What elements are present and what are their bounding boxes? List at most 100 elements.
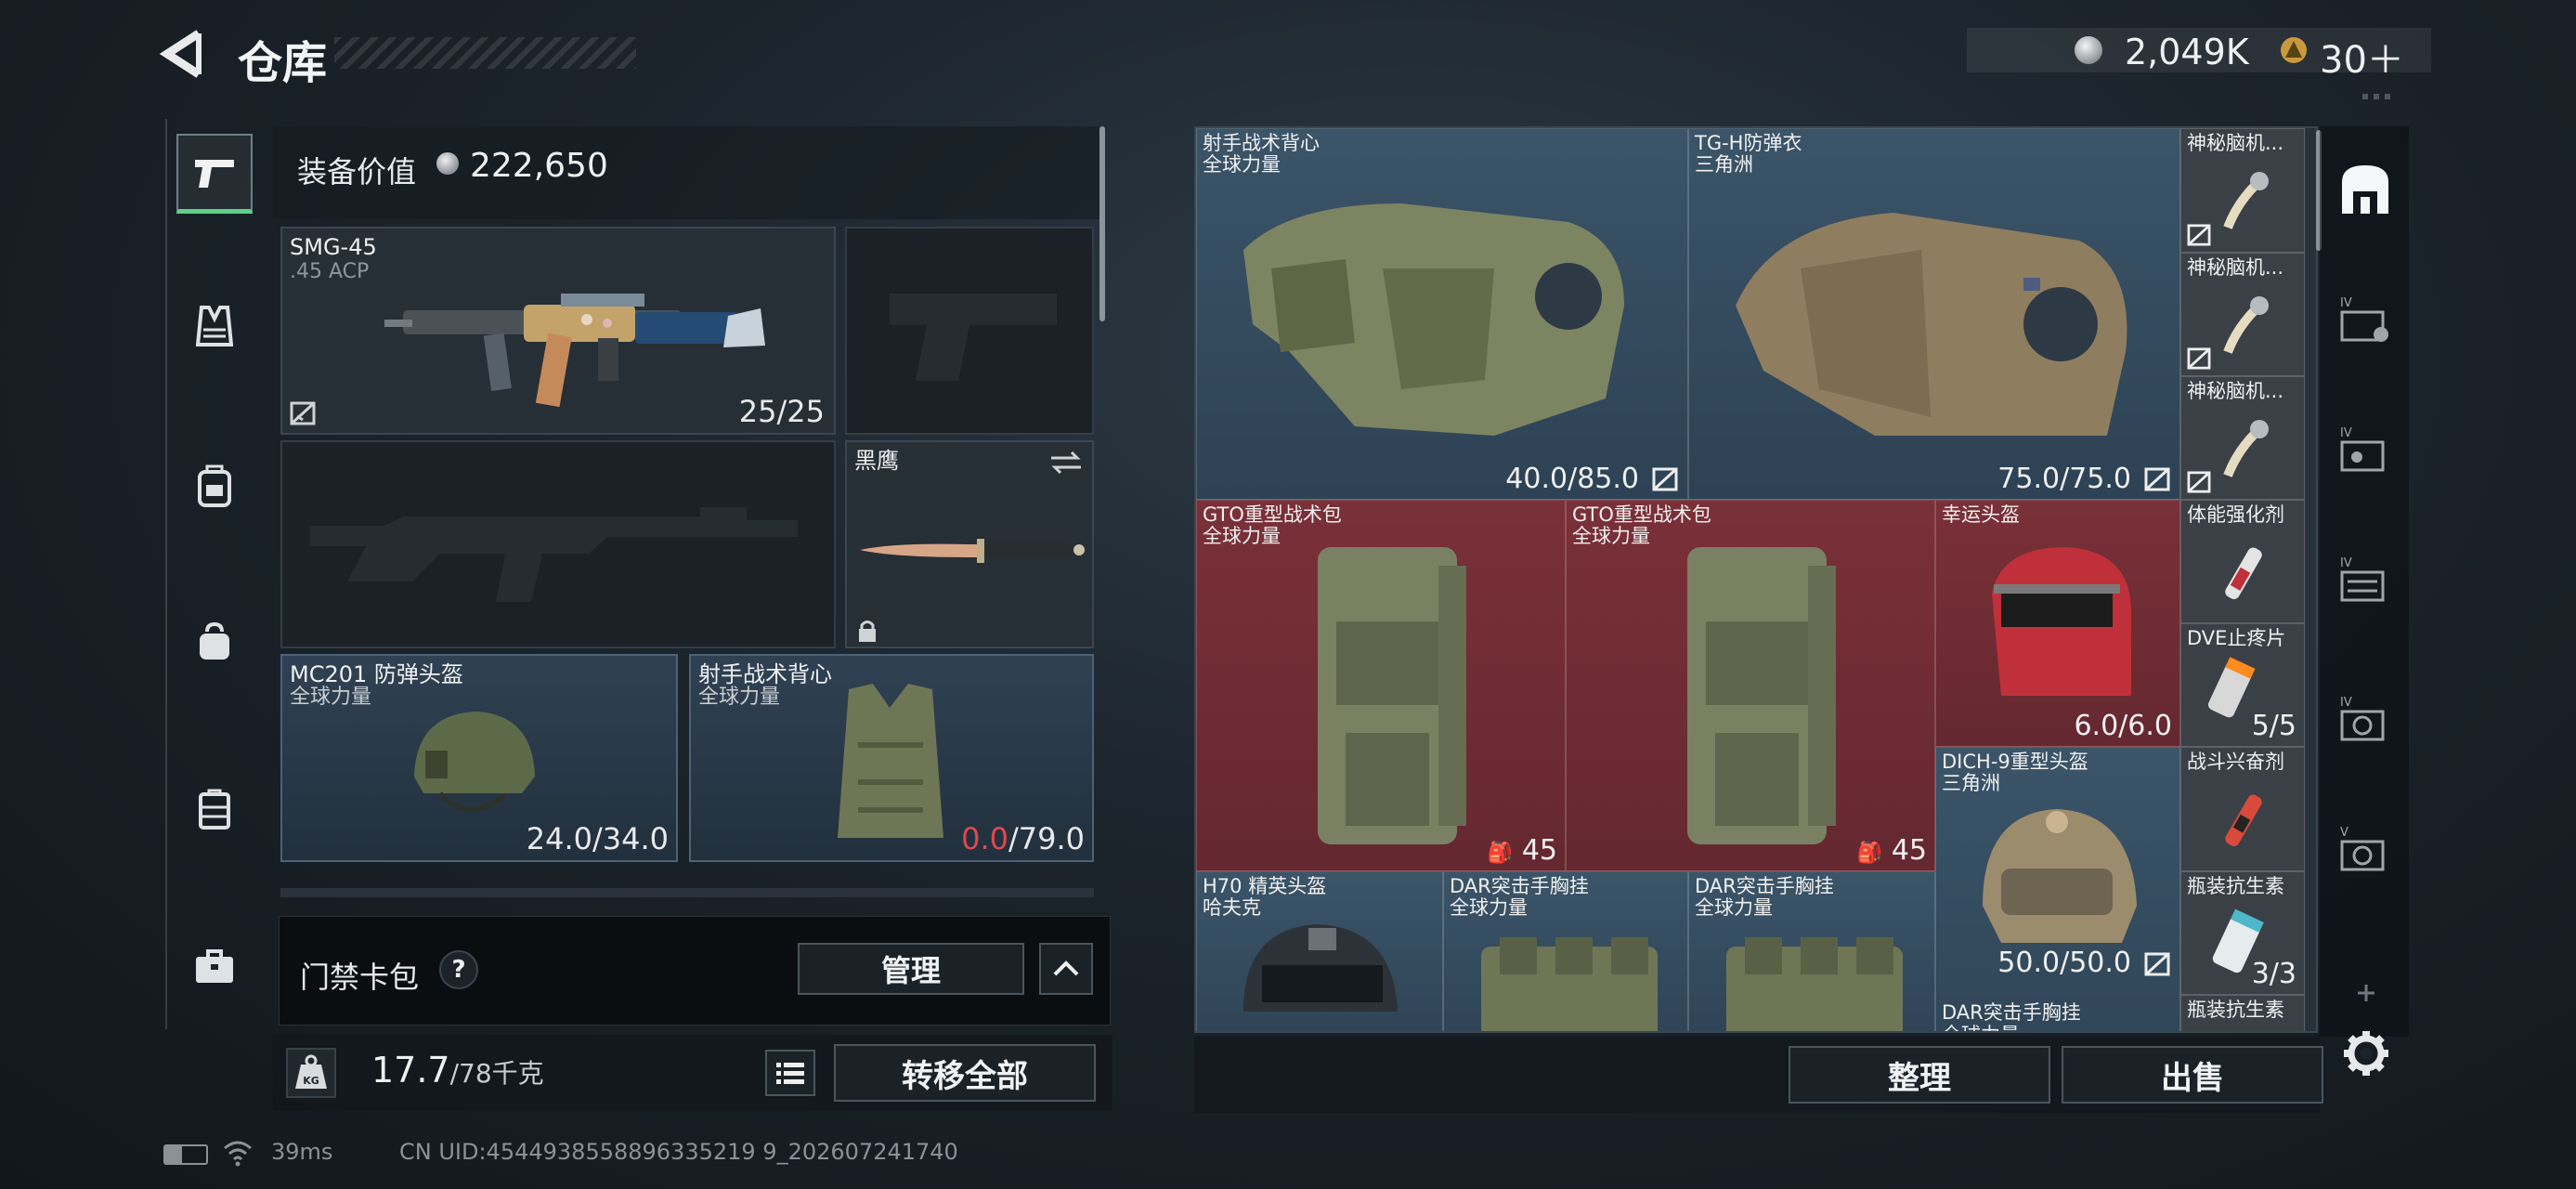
sidearm-slot[interactable] [845, 227, 1094, 435]
weapon-ammo-count: 25/25 [738, 394, 825, 429]
weight-icon: KG [295, 1054, 327, 1089]
page-main[interactable] [2336, 160, 2394, 219]
transfer-all-button[interactable]: 转移全部 [834, 1044, 1096, 1102]
stash-item[interactable]: 幸运头盔 6.0/6.0 [1935, 500, 2180, 747]
page-iv-4[interactable]: IV [2338, 693, 2392, 745]
nav-pouch[interactable] [176, 602, 253, 682]
pouch-icon [200, 622, 229, 660]
equipment-value: 222,650 [470, 147, 608, 185]
rifle-silhouette-icon [310, 507, 798, 602]
help-button[interactable]: ? [439, 950, 478, 989]
warehouse-icon [2342, 165, 2388, 214]
backpack-small-icon: 🎒 [1487, 842, 1514, 865]
stash-item[interactable]: H70 精英头盔 哈夫克 [1196, 871, 1443, 1031]
stash-item[interactable]: 战斗兴奋剂 [2180, 747, 2305, 871]
vest-item-icon [1243, 203, 1624, 436]
item-name: DAR突击手胸挂 [1942, 1001, 2081, 1024]
sell-button[interactable]: 出售 [2062, 1046, 2323, 1104]
stash-item[interactable]: 神秘脑机... [2180, 253, 2305, 376]
card-pack-label: 门禁卡包 [300, 960, 420, 995]
equipment-value-bar: 装备价值 222,650 [273, 126, 1099, 219]
armor-slot[interactable]: 射手战术背心 全球力量 0.0/79.0 [689, 654, 1094, 862]
manage-button[interactable]: 管理 [798, 943, 1024, 995]
toolbox-icon [196, 949, 233, 983]
melee-slot[interactable]: 黑鹰 [845, 440, 1094, 648]
svg-text:IV: IV [2340, 556, 2352, 570]
nav-weapons[interactable] [176, 134, 253, 214]
item-name: 幸运头盔 [1942, 503, 2020, 526]
item-name: 瓶装抗生素 [2187, 875, 2284, 897]
stash-item[interactable]: 射手战术背心 全球力量 40.0/85.0 [1196, 128, 1688, 500]
page-v-1[interactable]: V [2338, 823, 2392, 875]
nav-vest[interactable] [176, 286, 253, 366]
stash-page-icon: V [2340, 826, 2385, 871]
stash-item[interactable]: DICH-9重型头盔三角洲 50.0/50.0 DAR突击手胸挂 全球力量 [1935, 747, 2180, 1031]
weapon-name: SMG-45 [290, 234, 377, 260]
battery-icon [163, 1144, 208, 1165]
nav-toolbox[interactable] [176, 927, 253, 1007]
list-view-button[interactable] [765, 1050, 815, 1096]
carry-weight-max: /78千克 [449, 1058, 544, 1089]
collapse-button[interactable] [1039, 943, 1093, 995]
svg-text:V: V [2340, 826, 2348, 840]
armor-name: 射手战术背心 [698, 661, 832, 687]
stash-item[interactable]: GTO重型战术包 全球力量 🎒 45 [1566, 500, 1935, 871]
chest-rig-icon [1481, 937, 1658, 1031]
loadout-scrollbar[interactable] [1099, 126, 1105, 321]
helmet-slot[interactable]: MC201 防弹头盔 全球力量 24.0/34.0 [280, 654, 678, 862]
chevron-up-icon [1053, 960, 1079, 976]
item-name: 神秘脑机... [2187, 132, 2284, 154]
back-button[interactable] [158, 28, 214, 80]
stash-item[interactable]: GTO重型战术包 全球力量 🎒 45 [1196, 500, 1566, 871]
wifi-icon [224, 1141, 252, 1167]
melee-name: 黑鹰 [854, 448, 899, 474]
nav-case[interactable] [176, 769, 253, 849]
add-page-button[interactable] [2353, 977, 2379, 1005]
loadout-next-row [280, 888, 1094, 897]
page-iv-3[interactable]: IV [2338, 554, 2392, 606]
list-icon [776, 1063, 804, 1084]
stash-item[interactable]: DAR突击手胸挂 全球力量 [1443, 871, 1688, 1031]
item-name: 瓶装抗生素 [2187, 999, 2284, 1021]
page-iv-1[interactable]: IV [2338, 294, 2392, 346]
brain-chip-icon [2223, 172, 2269, 229]
item-name: 体能强化剂 [2187, 503, 2284, 526]
armor-durability-current: 0.0 [961, 821, 1008, 856]
armor-durability: 0.0/79.0 [961, 821, 1085, 856]
pistol-silhouette-icon [890, 294, 1057, 381]
primary-weapon-slot[interactable]: SMG-45 .45 ACP 25/25 [280, 227, 836, 435]
equipment-value-label: 装备价值 [297, 154, 417, 189]
smg-icon [384, 294, 765, 408]
stash-item[interactable]: DVE止疼片 5/5 [2180, 623, 2305, 747]
page-iv-2[interactable]: IV [2338, 424, 2392, 476]
no-insure-icon [2187, 224, 2211, 246]
svg-text:IV: IV [2340, 296, 2352, 310]
item-name: 神秘脑机... [2187, 380, 2284, 402]
vest-icon [196, 306, 233, 346]
token-balance[interactable]: 30＋ [2320, 30, 2404, 84]
stash-page-nav: IV IV IV IV V [2320, 126, 2413, 1037]
stash-item[interactable]: 瓶装抗生素 [2180, 995, 2305, 1031]
item-name: DAR突击手胸挂 全球力量 [1450, 875, 1589, 919]
stash-page-icon: IV [2340, 696, 2385, 741]
card-pack-bar: 门禁卡包 ? 管理 [279, 916, 1111, 1026]
swap-icon[interactable] [1049, 450, 1083, 476]
item-name: DAR突击手胸挂 全球力量 [1695, 875, 1834, 919]
token-icon [2279, 36, 2309, 64]
sort-button[interactable]: 整理 [1789, 1046, 2050, 1104]
stash-item[interactable]: 神秘脑机... [2180, 128, 2305, 253]
pistol-icon [195, 159, 234, 188]
syringe-icon [2225, 794, 2262, 847]
stash-item[interactable]: DAR突击手胸挂 全球力量 [1688, 871, 1935, 1031]
stash-item[interactable]: 瓶装抗生素 3/3 [2180, 871, 2305, 995]
coin-balance: 2,049K [2125, 32, 2249, 72]
stash-item[interactable]: TG-H防弹衣 三角洲 75.0/75.0 [1688, 128, 2180, 500]
stash-item[interactable]: 神秘脑机... [2180, 376, 2305, 500]
settings-button[interactable] [2340, 1027, 2392, 1079]
stash-item[interactable]: 体能强化剂 [2180, 500, 2305, 623]
secondary-weapon-slot[interactable] [280, 440, 836, 648]
nav-backpack[interactable] [176, 446, 253, 526]
svg-text:IV: IV [2340, 426, 2352, 440]
backpack-small-icon: 🎒 [1856, 842, 1883, 865]
window-menu-icon[interactable] [2362, 89, 2392, 102]
